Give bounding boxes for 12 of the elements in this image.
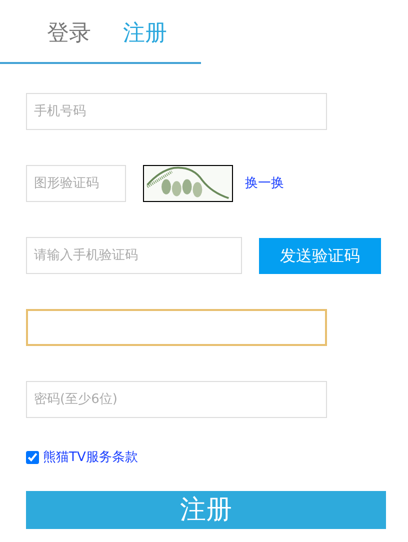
refresh-link[interactable]: 换一换 <box>245 174 284 194</box>
tab[interactable]: 注册 <box>123 20 167 48</box>
phone-field[interactable]: 手机号码 <box>26 93 327 130</box>
send-code-button[interactable]: 发送验证码 <box>259 238 381 274</box>
register-button[interactable]: 注册 <box>26 490 386 528</box>
terms-link[interactable]: 熊猫TV服务条款 <box>43 448 138 468</box>
sms-code-field[interactable]: 请输入手机验证码 <box>26 237 242 274</box>
tab[interactable]: 登录 <box>47 20 91 48</box>
terms-checkbox[interactable] <box>26 451 39 464</box>
password-field[interactable]: 密码(至少6位) <box>26 381 327 418</box>
input-field[interactable] <box>26 309 327 346</box>
captcha-field[interactable]: 图形验证码 <box>26 165 126 202</box>
